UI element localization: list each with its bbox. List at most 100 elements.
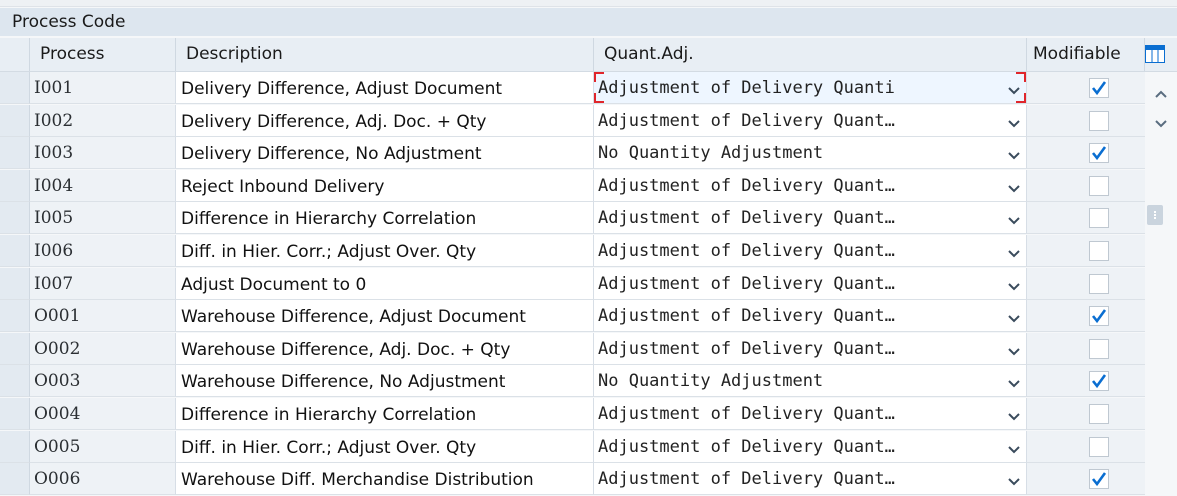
process-code-cell[interactable]: I002 bbox=[30, 104, 176, 137]
chevron-down-icon[interactable] bbox=[1008, 309, 1020, 323]
quant-adj-dropdown[interactable]: Adjustment of Delivery Quant… bbox=[594, 104, 1027, 137]
row-selector[interactable] bbox=[0, 332, 30, 365]
table-row[interactable]: I006 Diff. in Hier. Corr.; Adjust Over. … bbox=[0, 234, 1145, 268]
description-cell: Delivery Difference, Adj. Doc. + Qty bbox=[176, 104, 594, 137]
vertical-scrollbar[interactable] bbox=[1145, 72, 1177, 491]
row-selector[interactable] bbox=[0, 104, 30, 137]
quant-adj-dropdown[interactable]: Adjustment of Delivery Quant… bbox=[594, 332, 1027, 365]
row-selector[interactable] bbox=[0, 397, 30, 430]
chevron-down-icon[interactable] bbox=[1008, 244, 1020, 258]
process-code-cell[interactable]: O004 bbox=[30, 397, 176, 430]
table-layout-icon[interactable] bbox=[1145, 45, 1165, 63]
column-header-quant-adj[interactable]: Quant.Adj. bbox=[594, 38, 1027, 71]
grip-icon bbox=[1154, 211, 1158, 219]
modifiable-checkbox[interactable] bbox=[1089, 240, 1109, 261]
row-selector[interactable] bbox=[0, 430, 30, 463]
row-selector[interactable] bbox=[0, 234, 30, 267]
process-code-cell[interactable]: I004 bbox=[30, 169, 176, 202]
modifiable-cell bbox=[1027, 137, 1145, 170]
table-row[interactable]: I002 Delivery Difference, Adj. Doc. + Qt… bbox=[0, 104, 1145, 138]
table-row[interactable]: I007 Adjust Document to 0 Adjustment of … bbox=[0, 267, 1145, 301]
modifiable-checkbox[interactable] bbox=[1089, 208, 1109, 229]
quant-adj-value: No Quantity Adjustment bbox=[598, 371, 824, 392]
modifiable-checkbox[interactable] bbox=[1089, 469, 1109, 490]
chevron-down-icon[interactable] bbox=[1008, 407, 1020, 421]
row-selector[interactable] bbox=[0, 169, 30, 202]
process-code-cell[interactable]: I001 bbox=[30, 72, 176, 104]
quant-adj-dropdown[interactable]: Adjustment of Delivery Quanti bbox=[594, 72, 1027, 104]
chevron-down-icon[interactable] bbox=[1008, 114, 1020, 128]
chevron-down-icon[interactable] bbox=[1008, 81, 1020, 95]
process-code-cell[interactable]: I007 bbox=[30, 267, 176, 300]
quant-adj-dropdown[interactable]: Adjustment of Delivery Quant… bbox=[594, 430, 1027, 463]
table-row[interactable]: I004 Reject Inbound Delivery Adjustment … bbox=[0, 169, 1145, 203]
chevron-down-icon[interactable] bbox=[1154, 114, 1168, 128]
modifiable-checkbox[interactable] bbox=[1089, 78, 1109, 98]
description-cell: Warehouse Difference, Adjust Document bbox=[176, 300, 594, 333]
chevron-down-icon[interactable] bbox=[1008, 342, 1020, 356]
quant-adj-dropdown[interactable]: No Quantity Adjustment bbox=[594, 365, 1027, 398]
process-code-cell[interactable]: O006 bbox=[30, 463, 176, 496]
table-row[interactable]: O001 Warehouse Difference, Adjust Docume… bbox=[0, 300, 1145, 333]
row-selector[interactable] bbox=[0, 202, 30, 235]
description-cell: Delivery Difference, No Adjustment bbox=[176, 137, 594, 170]
quant-adj-value: No Quantity Adjustment bbox=[598, 143, 824, 164]
column-header-modifiable[interactable]: Modifiable bbox=[1027, 38, 1145, 71]
description-cell: Difference in Hierarchy Correlation bbox=[176, 397, 594, 430]
modifiable-checkbox[interactable] bbox=[1089, 306, 1109, 327]
quant-adj-dropdown[interactable]: Adjustment of Delivery Quant… bbox=[594, 202, 1027, 235]
modifiable-checkbox[interactable] bbox=[1089, 273, 1109, 294]
modifiable-cell bbox=[1027, 430, 1145, 463]
row-selector[interactable] bbox=[0, 72, 30, 104]
quant-adj-dropdown[interactable]: Adjustment of Delivery Quant… bbox=[594, 397, 1027, 430]
modifiable-cell bbox=[1027, 202, 1145, 235]
chevron-down-icon[interactable] bbox=[1008, 211, 1020, 225]
quant-adj-dropdown[interactable]: Adjustment of Delivery Quant… bbox=[594, 300, 1027, 333]
process-code-cell[interactable]: O003 bbox=[30, 365, 176, 398]
table-row[interactable]: O002 Warehouse Difference, Adj. Doc. + Q… bbox=[0, 332, 1145, 366]
modifiable-checkbox[interactable] bbox=[1089, 436, 1109, 457]
row-selector[interactable] bbox=[0, 137, 30, 170]
modifiable-checkbox[interactable] bbox=[1089, 403, 1109, 424]
row-selector[interactable] bbox=[0, 267, 30, 300]
table-row[interactable]: O004 Difference in Hierarchy Correlation… bbox=[0, 397, 1145, 431]
process-code-cell[interactable]: I006 bbox=[30, 234, 176, 267]
quant-adj-dropdown[interactable]: Adjustment of Delivery Quant… bbox=[594, 234, 1027, 267]
process-code-cell[interactable]: O005 bbox=[30, 430, 176, 463]
quant-adj-dropdown[interactable]: Adjustment of Delivery Quant… bbox=[594, 169, 1027, 202]
quant-adj-dropdown[interactable]: No Quantity Adjustment bbox=[594, 137, 1027, 170]
table-row[interactable]: I001 Delivery Difference, Adjust Documen… bbox=[0, 72, 1145, 105]
chevron-up-icon[interactable] bbox=[1154, 84, 1168, 98]
chevron-down-icon[interactable] bbox=[1008, 374, 1020, 388]
process-code-cell[interactable]: O002 bbox=[30, 332, 176, 365]
column-header-process[interactable]: Process bbox=[30, 38, 176, 71]
modifiable-checkbox[interactable] bbox=[1089, 371, 1109, 392]
chevron-down-icon[interactable] bbox=[1008, 146, 1020, 160]
row-selector[interactable] bbox=[0, 463, 30, 496]
quant-adj-dropdown[interactable]: Adjustment of Delivery Quant… bbox=[594, 463, 1027, 496]
modifiable-checkbox[interactable] bbox=[1089, 338, 1109, 359]
checkmark-icon bbox=[1091, 81, 1107, 96]
modifiable-checkbox[interactable] bbox=[1089, 175, 1109, 196]
chevron-down-icon[interactable] bbox=[1008, 472, 1020, 486]
process-code-cell[interactable]: I003 bbox=[30, 137, 176, 170]
table-row[interactable]: I005 Difference in Hierarchy Correlation… bbox=[0, 202, 1145, 235]
column-header-description[interactable]: Description bbox=[176, 38, 594, 71]
process-code-cell[interactable]: O001 bbox=[30, 300, 176, 333]
description-cell: Warehouse Difference, Adj. Doc. + Qty bbox=[176, 332, 594, 365]
description-cell: Diff. in Hier. Corr.; Adjust Over. Qty bbox=[176, 430, 594, 463]
table-row[interactable]: O003 Warehouse Difference, No Adjustment… bbox=[0, 365, 1145, 398]
modifiable-checkbox[interactable] bbox=[1089, 143, 1109, 164]
chevron-down-icon[interactable] bbox=[1008, 277, 1020, 290]
row-selector[interactable] bbox=[0, 300, 30, 333]
quant-adj-dropdown[interactable]: Adjustment of Delivery Quant… bbox=[594, 267, 1027, 300]
select-all-column[interactable] bbox=[0, 38, 30, 71]
chevron-down-icon[interactable] bbox=[1008, 440, 1020, 453]
chevron-down-icon[interactable] bbox=[1008, 179, 1020, 193]
table-row[interactable]: I003 Delivery Difference, No Adjustment … bbox=[0, 137, 1145, 170]
modifiable-checkbox[interactable] bbox=[1089, 110, 1109, 131]
table-row[interactable]: O005 Diff. in Hier. Corr.; Adjust Over. … bbox=[0, 430, 1145, 464]
row-selector[interactable] bbox=[0, 365, 30, 398]
process-code-cell[interactable]: I005 bbox=[30, 202, 176, 235]
scroll-thumb[interactable] bbox=[1147, 205, 1163, 225]
